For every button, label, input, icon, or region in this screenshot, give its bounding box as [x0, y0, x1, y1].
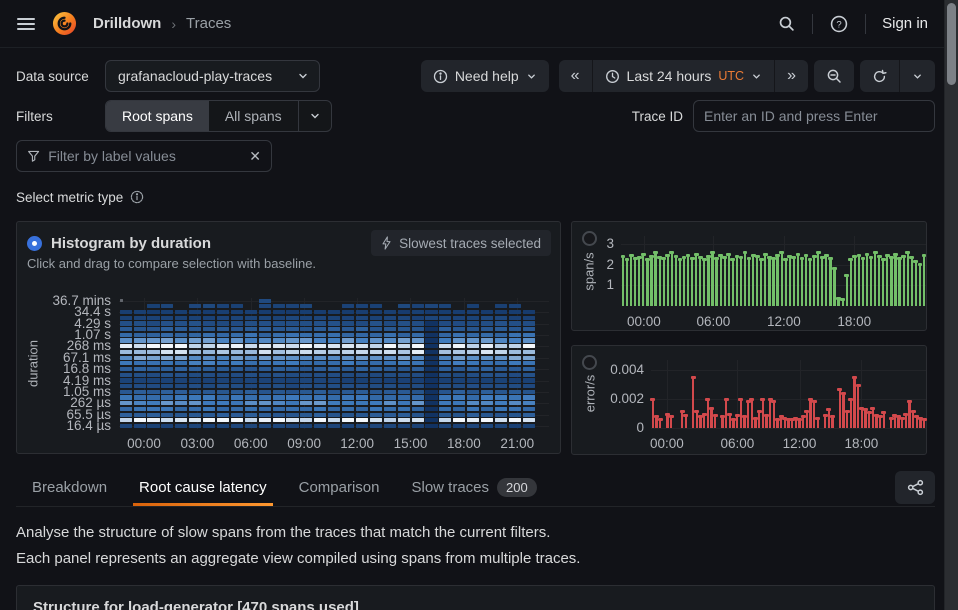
- structure-panel: Structure for load-generator [470 spans …: [16, 585, 935, 610]
- span-scope-toggle: Root spans All spans: [105, 100, 332, 132]
- svg-text:?: ?: [836, 19, 841, 30]
- timezone-label: UTC: [718, 69, 744, 83]
- search-button[interactable]: [772, 10, 800, 38]
- breadcrumb-drilldown[interactable]: Drilldown: [93, 15, 161, 32]
- app-window: Drilldown › Traces ? Sign in Data source…: [0, 0, 958, 610]
- span-rate-radio[interactable]: [582, 231, 597, 246]
- info-icon: [433, 69, 448, 84]
- span-rate-panel[interactable]: span/s 12300:0006:0012:0018:00: [571, 221, 927, 331]
- all-spans-option[interactable]: All spans: [209, 101, 298, 131]
- share-button[interactable]: [895, 471, 935, 504]
- tab-comparison-label: Comparison: [299, 479, 380, 496]
- chevron-down-icon: [526, 71, 537, 82]
- slowest-traces-chip[interactable]: Slowest traces selected: [371, 230, 551, 256]
- duration-heatmap[interactable]: duration 36.7 mins34.4 s4.29 s1.07 s268 …: [17, 272, 560, 455]
- search-icon: [778, 15, 795, 32]
- page-content: Data source grafanacloud-play-traces Nee…: [0, 60, 958, 610]
- page-scrollbar[interactable]: [944, 0, 958, 610]
- breadcrumb: Drilldown › Traces: [93, 15, 231, 32]
- histogram-radio[interactable]: [27, 236, 42, 251]
- description-line-1: Analyse the structure of slow spans from…: [16, 524, 550, 541]
- chevron-down-icon: [751, 71, 762, 82]
- tab-description: Analyse the structure of slow spans from…: [16, 520, 935, 572]
- trace-id-field: [693, 100, 935, 132]
- data-source-select[interactable]: grafanacloud-play-traces: [105, 60, 320, 92]
- need-help-button[interactable]: Need help: [421, 60, 549, 92]
- tab-breakdown[interactable]: Breakdown: [32, 469, 107, 506]
- structure-panel-title: Structure for load-generator [470 spans …: [33, 599, 918, 610]
- data-source-label: Data source: [16, 69, 97, 84]
- breadcrumb-separator: ›: [171, 16, 176, 32]
- menu-button[interactable]: [12, 10, 40, 38]
- help-button[interactable]: ?: [825, 10, 853, 38]
- filters-row: Filters Root spans All spans Trace ID: [16, 100, 935, 132]
- tab-root-cause-latency-label: Root cause latency: [139, 479, 267, 496]
- help-icon: ?: [830, 15, 848, 33]
- tabs-bar: Breakdown Root cause latency Comparison …: [16, 469, 935, 507]
- toolbar: Data source grafanacloud-play-traces Nee…: [16, 60, 935, 92]
- share-icon: [907, 479, 924, 496]
- heatmap-plot[interactable]: [119, 298, 536, 429]
- magnifier-minus-icon: [826, 68, 842, 84]
- chevron-down-icon: [309, 110, 321, 122]
- label-filter-input[interactable]: [48, 148, 241, 164]
- metric-panels: Histogram by duration Slowest traces sel…: [16, 221, 935, 455]
- scrollbar-thumb[interactable]: [947, 3, 956, 85]
- nav-divider: [812, 14, 813, 34]
- funnel-icon: [27, 148, 40, 164]
- refresh-group: [860, 60, 935, 92]
- tab-slow-traces-label: Slow traces: [412, 479, 490, 496]
- histogram-panel[interactable]: Histogram by duration Slowest traces sel…: [16, 221, 561, 454]
- tab-breakdown-label: Breakdown: [32, 479, 107, 496]
- time-shift-forward-button[interactable]: »: [774, 60, 808, 92]
- refresh-button[interactable]: [860, 60, 899, 92]
- span-scope-dropdown[interactable]: [298, 101, 331, 131]
- hamburger-icon: [17, 17, 35, 31]
- trace-id-input[interactable]: [704, 108, 924, 124]
- zoom-out-button[interactable]: [814, 60, 854, 92]
- grafana-logo[interactable]: [52, 11, 77, 36]
- rate-panels-column: span/s 12300:0006:0012:0018:00 error/s 0…: [571, 221, 927, 455]
- refresh-icon: [872, 69, 887, 84]
- span-rate-plot[interactable]: [621, 236, 926, 306]
- time-range-button[interactable]: Last 24 hours UTC: [592, 60, 775, 92]
- histogram-title: Histogram by duration: [51, 235, 211, 252]
- time-range-label: Last 24 hours: [627, 68, 712, 84]
- need-help-label: Need help: [455, 68, 519, 84]
- chevron-down-icon: [297, 70, 309, 82]
- select-metric-label: Select metric type: [16, 190, 123, 205]
- lightning-icon: [381, 236, 392, 250]
- data-source-value: grafanacloud-play-traces: [118, 68, 272, 84]
- slowest-traces-label: Slowest traces selected: [399, 236, 541, 251]
- breadcrumb-traces[interactable]: Traces: [186, 15, 231, 32]
- histogram-header: Histogram by duration Slowest traces sel…: [17, 222, 560, 255]
- description-line-2: Each panel represents an aggregate view …: [16, 550, 580, 567]
- time-picker-group: « Last 24 hours UTC »: [559, 60, 808, 92]
- info-icon[interactable]: [130, 190, 144, 204]
- tab-root-cause-latency[interactable]: Root cause latency: [139, 469, 267, 506]
- root-spans-option[interactable]: Root spans: [106, 101, 209, 131]
- chevron-down-icon: [912, 71, 923, 82]
- tab-slow-traces[interactable]: Slow traces 200: [412, 469, 537, 506]
- refresh-interval-button[interactable]: [899, 60, 935, 92]
- clear-filter-icon[interactable]: ✕: [249, 149, 261, 163]
- histogram-hint: Click and drag to compare selection with…: [27, 256, 560, 272]
- clock-icon: [605, 69, 620, 84]
- time-shift-back-button[interactable]: «: [559, 60, 592, 92]
- tab-comparison[interactable]: Comparison: [299, 469, 380, 506]
- error-rate-plot[interactable]: [651, 360, 926, 428]
- top-nav: Drilldown › Traces ? Sign in: [0, 0, 958, 48]
- trace-id-label: Trace ID: [632, 109, 683, 124]
- metric-type-row: Select metric type: [16, 187, 935, 207]
- nav-divider-2: [865, 14, 866, 34]
- error-rate-panel[interactable]: error/s 00.0020.00400:0006:0012:0018:00: [571, 345, 927, 455]
- error-rate-radio[interactable]: [582, 355, 597, 370]
- slow-traces-count-badge: 200: [497, 478, 537, 497]
- filters-label: Filters: [16, 109, 97, 124]
- sign-in-link[interactable]: Sign in: [882, 15, 928, 32]
- label-filter-field: ✕: [16, 140, 272, 172]
